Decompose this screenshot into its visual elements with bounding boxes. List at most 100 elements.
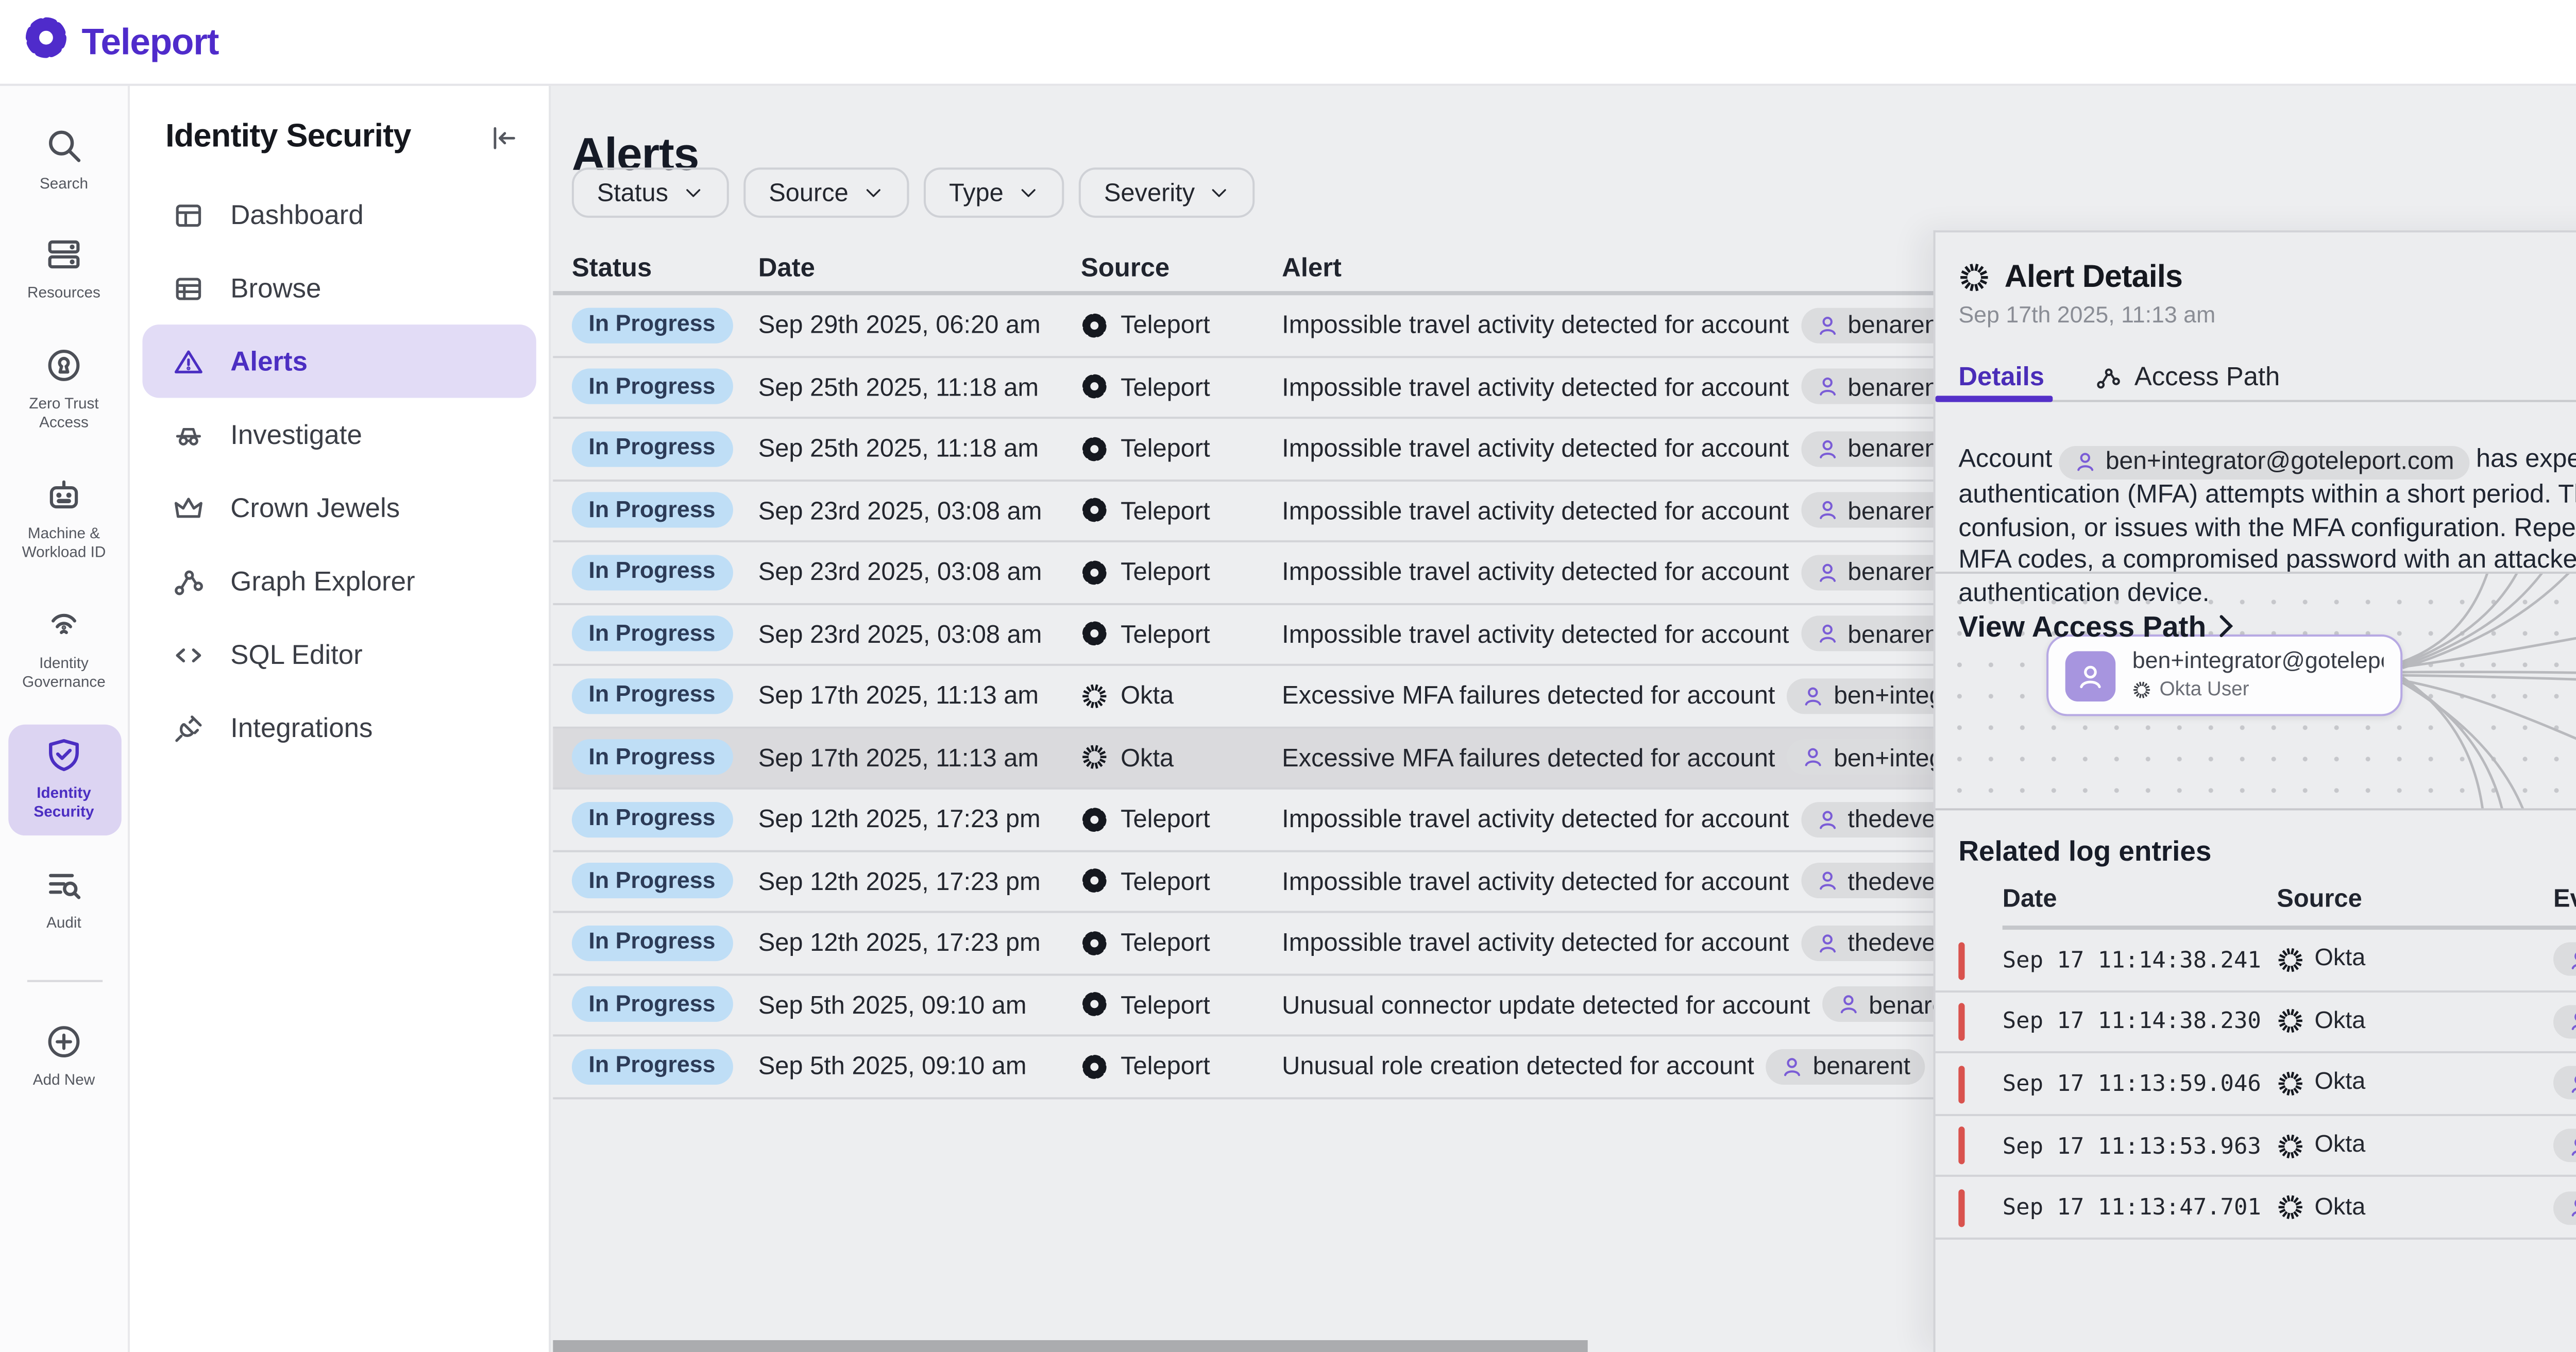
tab-details[interactable]: Details: [1958, 362, 2044, 391]
alert-date: Sep 17th 2025, 11:13 am: [758, 681, 1081, 710]
rail-item-machine-workload-id[interactable]: Machine & Workload ID: [7, 465, 121, 575]
alert-text: Impossible travel activity detected for …: [1282, 619, 1789, 648]
rail-item-zero-trust-access[interactable]: Zero Trust Access: [7, 335, 121, 446]
sidenav-item-label: Alerts: [230, 346, 308, 377]
person-icon: [1816, 622, 1839, 645]
graph-nodes-icon: [2095, 363, 2122, 390]
rail-item-audit[interactable]: Audit: [7, 854, 121, 945]
brand-name: Teleport: [82, 20, 219, 64]
account-chip[interactable]: ben+integrator@goteleport.com: [2553, 1005, 2576, 1038]
filter-severity[interactable]: Severity: [1079, 167, 1256, 218]
log-row[interactable]: Sep 17 11:13:47.701 Okta ben+integrator@…: [1936, 1177, 2576, 1239]
filter-source[interactable]: Source: [743, 167, 909, 218]
log-row[interactable]: Sep 17 11:14:38.241 Okta ben+integrator@…: [1936, 930, 2576, 991]
account-chip[interactable]: ben+integrator@goteleport.com: [2553, 1129, 2576, 1162]
alert-source: Teleport: [1121, 434, 1210, 464]
access-path-node-user[interactable]: ben+integrator@goteleport.c... Okta User: [2046, 635, 2402, 716]
severity-indicator: [1957, 1065, 1964, 1103]
account-chip[interactable]: ben+integrator@goteleport.com: [2059, 446, 2469, 480]
rail-item-label: Identity Security: [9, 783, 118, 823]
log-date: Sep 17 11:14:38.230: [2003, 1008, 2277, 1035]
person-icon: [2568, 1134, 2576, 1157]
log-source: Okta: [2314, 1133, 2365, 1158]
alert-details-panel: Alert Details Close esc Sep 17th 2025, 1…: [1934, 230, 2576, 1352]
filter-label: Severity: [1104, 178, 1195, 208]
person-icon: [1802, 746, 1825, 769]
column-source: Source: [1081, 253, 1282, 283]
log-column-event: Event: [2553, 884, 2576, 913]
alert-date: Sep 25th 2025, 11:18 am: [758, 434, 1081, 464]
teleport-icon: [1081, 620, 1108, 647]
rail-item-search[interactable]: Search: [7, 115, 121, 207]
status-badge: In Progress: [572, 431, 732, 466]
sidenav-item-label: Investigate: [230, 419, 362, 450]
okta-icon: [1958, 262, 1990, 293]
rail-item-label: Resources: [27, 284, 100, 304]
alert-text: Excessive MFA failures detected for acco…: [1282, 743, 1775, 772]
sidenav-item-dashboard[interactable]: Dashboard: [142, 178, 536, 251]
account-chip[interactable]: ben+integrator@goteleport.com: [2553, 1067, 2576, 1100]
okta-icon: [1081, 744, 1108, 771]
sidenav-item-alerts[interactable]: Alerts: [142, 324, 536, 398]
user-avatar-icon: [2065, 650, 2116, 700]
log-row[interactable]: Sep 17 11:13:53.963 Okta ben+integrator@…: [1936, 1116, 2576, 1177]
sidenav-item-label: Integrations: [230, 712, 372, 743]
status-badge: In Progress: [572, 925, 732, 961]
account-chip[interactable]: benarent: [1767, 1049, 1925, 1084]
panel-tabs: Details Access Path: [1958, 354, 2280, 400]
filter-status[interactable]: Status: [572, 167, 729, 218]
add-new-icon: [44, 1022, 83, 1062]
alert-text: Impossible travel activity detected for …: [1282, 496, 1789, 525]
alert-triangle-icon: [170, 345, 205, 378]
sidenav-item-graph-explorer[interactable]: Graph Explorer: [142, 544, 536, 618]
sidenav-item-integrations[interactable]: Integrations: [142, 691, 536, 764]
log-row[interactable]: Sep 17 11:14:38.230 Okta ben+integrator@…: [1936, 991, 2576, 1053]
horizontal-scrollbar[interactable]: [553, 1340, 1587, 1351]
description-prefix: Account: [1958, 444, 2052, 474]
filter-label: Type: [949, 178, 1004, 208]
teleport-icon: [1081, 929, 1108, 956]
okta-icon: [2277, 1194, 2304, 1221]
sidenav-item-crown-jewels[interactable]: Crown Jewels: [142, 471, 536, 544]
log-table-header: Date Source Event: [2003, 871, 2576, 930]
status-badge: In Progress: [572, 987, 732, 1022]
sidenav-item-label: Dashboard: [230, 199, 364, 230]
sidenav-item-browse[interactable]: Browse: [142, 251, 536, 324]
chevron-down-icon: [1210, 182, 1231, 203]
account-chip[interactable]: ben+integrator@goteleport.com: [2553, 1191, 2576, 1224]
sidenav-item-sql-editor[interactable]: SQL Editor: [142, 618, 536, 691]
active-tab-indicator: [1936, 396, 2053, 402]
rail-item-identity-security[interactable]: Identity Security: [7, 724, 121, 835]
alert-source: Teleport: [1121, 496, 1210, 525]
person-icon: [1837, 993, 1860, 1016]
log-date: Sep 17 11:13:59.046: [2003, 1070, 2277, 1097]
alert-text: Impossible travel activity detected for …: [1282, 372, 1789, 402]
account-chip[interactable]: ben+integrator@goteleport.com: [2553, 943, 2576, 977]
node-title: ben+integrator@goteleport.c...: [2132, 649, 2384, 674]
access-path-graph: View Access Path: [1936, 572, 2576, 810]
dashboard-icon: [170, 198, 205, 231]
alert-date: Sep 29th 2025, 06:20 am: [758, 311, 1081, 340]
collapse-sidebar-icon[interactable]: [486, 122, 519, 155]
teleport-icon: [1081, 991, 1108, 1018]
account-name: benarent: [1813, 1052, 1910, 1081]
log-row[interactable]: Sep 17 11:13:59.046 Okta ben+integrator@…: [1936, 1054, 2576, 1116]
rail-item-add-new[interactable]: Add New: [7, 1012, 121, 1103]
sidenav-item-label: SQL Editor: [230, 639, 363, 670]
view-access-path-link[interactable]: View Access Path: [1958, 609, 2235, 643]
sidenav-item-investigate[interactable]: Investigate: [142, 398, 536, 471]
alert-source: Teleport: [1121, 990, 1210, 1019]
filter-bar: Status Source Type Severity: [572, 167, 1256, 218]
filter-type[interactable]: Type: [924, 167, 1064, 218]
rail-item-identity-governance[interactable]: Identity Governance: [7, 594, 121, 705]
tab-access-path-label: Access Path: [2134, 362, 2280, 391]
teleport-logo[interactable]: Teleport: [23, 13, 218, 70]
alert-source: Teleport: [1121, 1052, 1210, 1081]
account-email: ben+integrator@goteleport.com: [2106, 446, 2454, 479]
rail-item-resources[interactable]: Resources: [7, 225, 121, 316]
alert-date: Sep 12th 2025, 17:23 pm: [758, 805, 1081, 834]
severity-indicator: [1957, 1127, 1964, 1165]
tab-access-path[interactable]: Access Path: [2095, 362, 2280, 391]
alert-text: Unusual connector update detected for ac…: [1282, 990, 1810, 1019]
status-badge: In Progress: [572, 678, 732, 713]
